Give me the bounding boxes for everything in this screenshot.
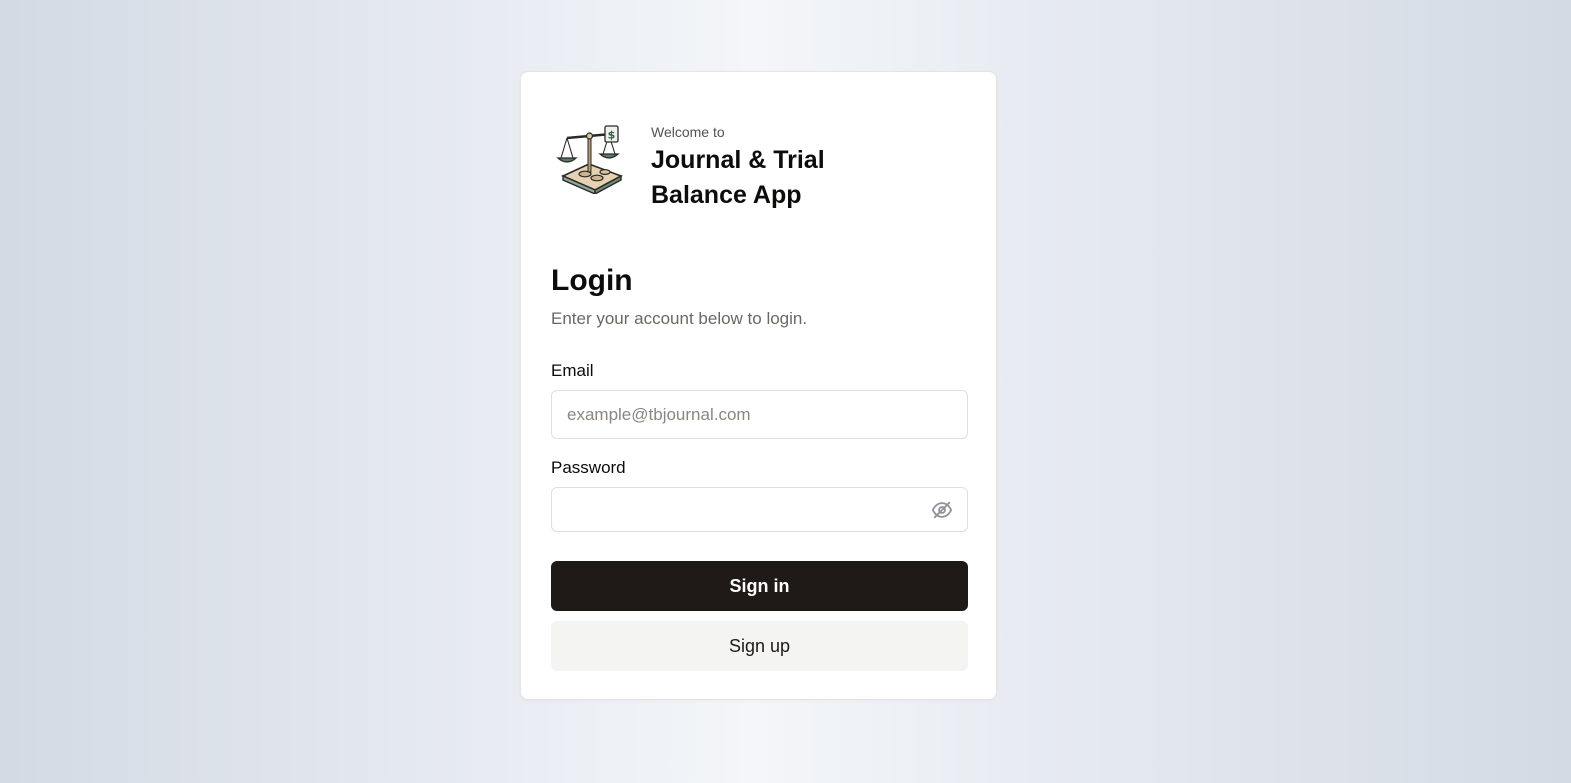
login-subtitle: Enter your account below to login. [551, 309, 808, 328]
password-field-wrapper [551, 487, 968, 532]
scales-ledger-icon: $ [556, 125, 623, 194]
svg-text:$: $ [608, 129, 616, 142]
app-name: Journal & Trial Balance App [651, 146, 825, 209]
sign-up-button[interactable]: Sign up [551, 621, 968, 671]
email-field[interactable] [552, 391, 967, 438]
password-field[interactable] [552, 488, 967, 531]
email-label: Email [551, 361, 594, 380]
sign-in-button[interactable]: Sign in [551, 561, 968, 611]
welcome-text: Welcome to [651, 124, 725, 140]
password-label: Password [551, 458, 626, 477]
login-card: $ Welcome to Journal & Trial Balance App… [520, 71, 997, 700]
email-field-wrapper [551, 390, 968, 439]
brand-header: $ Welcome to Journal & Trial Balance App [555, 122, 851, 213]
eye-off-icon[interactable] [931, 499, 953, 521]
login-title: Login [551, 264, 633, 297]
